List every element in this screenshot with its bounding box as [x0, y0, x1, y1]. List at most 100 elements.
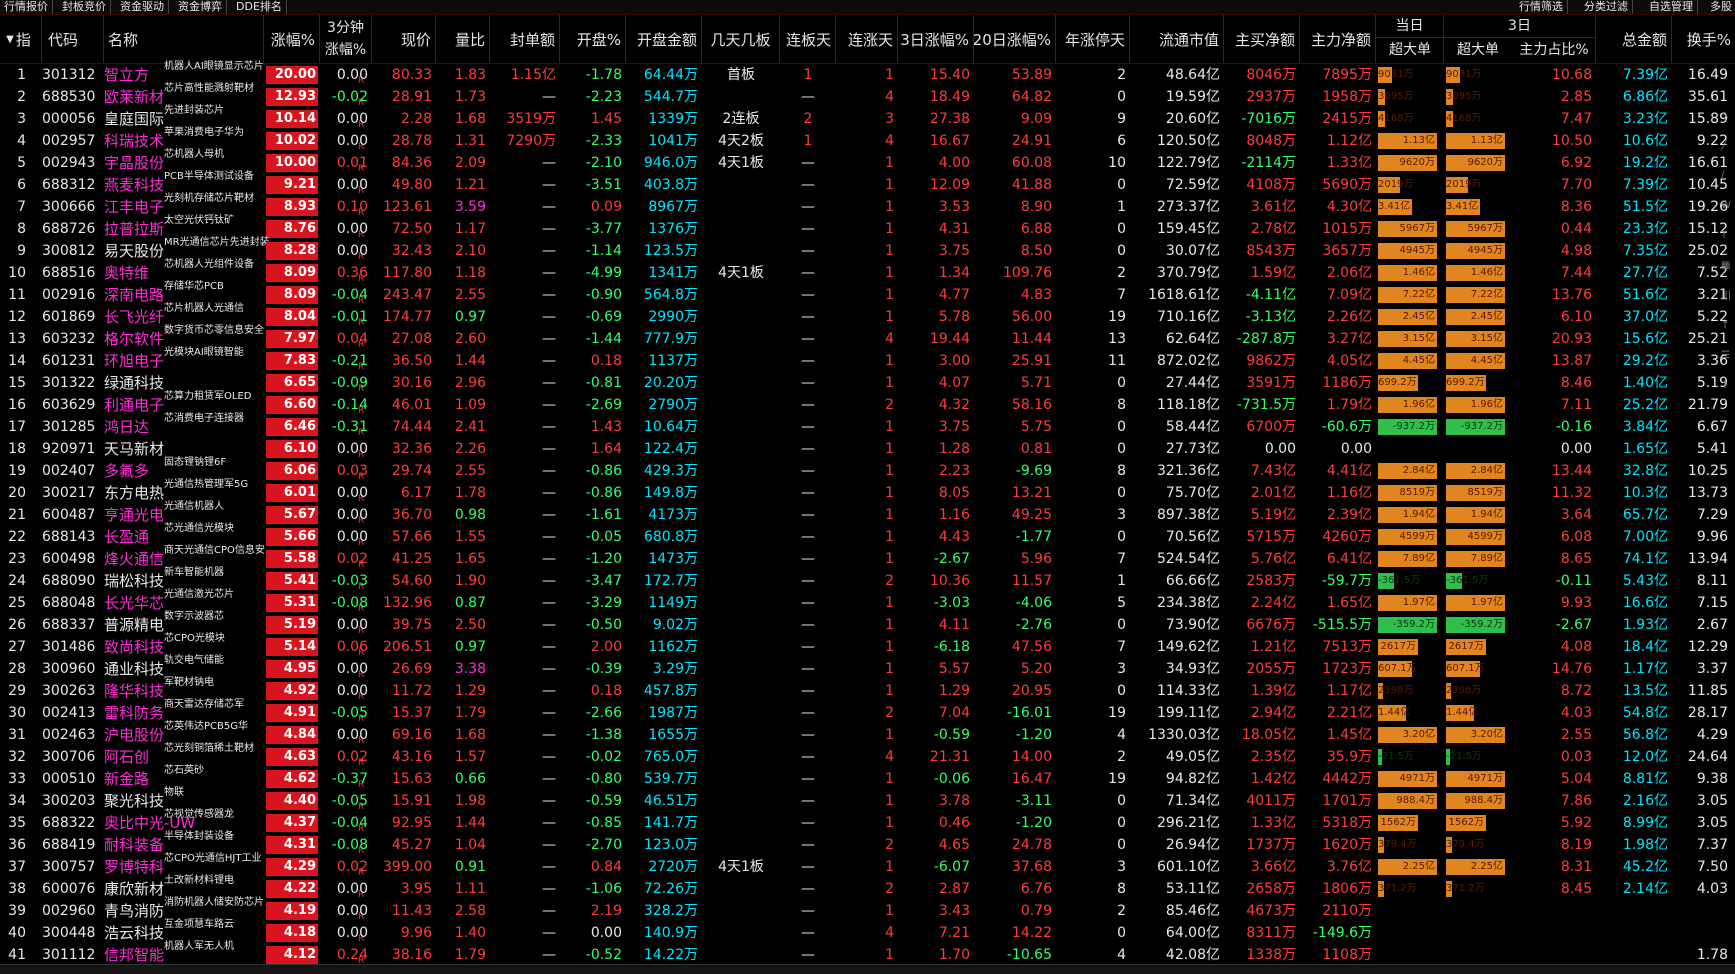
- table-row[interactable]: 27 301486 致尚科技 芯CPO光模块 R 5.14 0.06 206.51 0.…: [0, 633, 1735, 658]
- table-row[interactable]: 5 002943 宇晶股份 芯机器人母机 R 10.00 0.01 84.36 2.09…: [0, 149, 1735, 174]
- stock-name-cell[interactable]: 鸿日达 芯消费电子连接器 R: [104, 413, 364, 438]
- stock-name[interactable]: 亨通光电: [104, 504, 164, 526]
- stock-name-cell[interactable]: 新金路 芯石英砂 R: [104, 765, 364, 790]
- header-limit-days[interactable]: 连板天: [780, 15, 836, 63]
- table-row[interactable]: 28 300960 通业科技 轨交电气储能 R 4.95 0.00 26.69 3.38…: [0, 655, 1735, 680]
- tab-watchlist-manage[interactable]: 自选管理: [1645, 0, 1698, 14]
- table-row[interactable]: 6 688312 燕麦科技 PCB半导体测试设备 R 9.21 0.00 49.80 1…: [0, 171, 1735, 196]
- line-icon[interactable]: ∕: [1721, 170, 1733, 182]
- table-row[interactable]: 13 603232 格尔软件 数字货币芯零信息安全 R 7.97 0.04 27.08…: [0, 325, 1735, 350]
- header-price[interactable]: 现价: [372, 15, 436, 63]
- header-code[interactable]: 代码: [42, 15, 104, 63]
- stock-name[interactable]: 科瑞技术: [104, 130, 164, 152]
- table-row[interactable]: 23 600498 烽火通信 商天光通信CPO信息安 R 5.58 0.02 41.2…: [0, 545, 1735, 570]
- grid-icon[interactable]: ▦: [1721, 260, 1733, 272]
- tab-fund-driven[interactable]: 资金驱动: [116, 0, 169, 14]
- stock-name[interactable]: 青鸟消防: [104, 900, 164, 922]
- stock-name[interactable]: 拉普拉斯: [104, 218, 164, 240]
- stock-name[interactable]: 致尚科技: [104, 636, 164, 658]
- table-row[interactable]: 37 300757 罗博特科 芯CPO光通信HJT工业 R 4.29 0.02 399…: [0, 853, 1735, 878]
- header-open-pct[interactable]: 开盘%: [560, 15, 626, 63]
- table-row[interactable]: 35 688322 奥比中光-UW 芯视觉传感器龙 R 4.37 -0.04 92.9…: [0, 809, 1735, 834]
- header-vol-ratio[interactable]: 量比: [436, 15, 490, 63]
- table-row[interactable]: 15 301322 绿通科技 R 6.65 -0.09 30.16 2.96— -0.81…: [0, 372, 1735, 394]
- stock-name[interactable]: 阿石创: [104, 746, 149, 768]
- table-row[interactable]: 24 688090 瑞松科技 新车智能机器 R 5.41 -0.03 54.60 1.9…: [0, 567, 1735, 592]
- header-pct20d[interactable]: 20日涨幅%: [974, 15, 1056, 63]
- header-index[interactable]: ▼ 指: [0, 15, 42, 63]
- table-row[interactable]: 17 301285 鸿日达 芯消费电子连接器 R 6.46 -0.31 74.44 2.…: [0, 413, 1735, 438]
- stock-name[interactable]: 皇庭国际: [104, 108, 164, 130]
- stock-name[interactable]: 欧莱新材: [104, 86, 164, 108]
- header-name[interactable]: 名称: [104, 15, 264, 63]
- header-float-mv[interactable]: 流通市值: [1130, 15, 1224, 63]
- table-row[interactable]: 2 688530 欧莱新材 芯片高性能溅射靶材 R 12.93 -0.02 28.91…: [0, 83, 1735, 108]
- header-seal[interactable]: 封单额: [490, 15, 560, 63]
- header-turnover[interactable]: 换手%: [1672, 15, 1735, 63]
- stock-name[interactable]: 鸿日达: [104, 416, 149, 438]
- table-row[interactable]: 10 688516 奥特维 芯机器人光组件设备 R 8.09 0.36 117.80 1…: [0, 259, 1735, 284]
- header-rise-days[interactable]: 连涨天: [836, 15, 898, 63]
- stock-name[interactable]: 燕麦科技: [104, 174, 164, 196]
- list-icon[interactable]: ☰: [1721, 350, 1733, 362]
- header-3d-super[interactable]: 超大单: [1444, 38, 1512, 63]
- stock-name[interactable]: 环旭电子: [104, 350, 164, 372]
- stock-name[interactable]: 隆华科技: [104, 680, 164, 702]
- tab-quote-filter[interactable]: 行情筛选: [1515, 0, 1568, 14]
- up-icon[interactable]: ↑: [1721, 320, 1733, 332]
- header-year-limits[interactable]: 年涨停天: [1056, 15, 1130, 63]
- header-3min[interactable]: 3分钟 涨幅%: [320, 15, 372, 63]
- stock-name[interactable]: 绿通科技: [104, 372, 164, 394]
- table-row[interactable]: 26 688337 普源精电 数字示波器芯 R 5.19 0.00 39.75 2.50…: [0, 611, 1735, 636]
- draw-icon[interactable]: ╱: [1721, 140, 1733, 152]
- header-main-ratio[interactable]: 主力占比%: [1512, 38, 1596, 63]
- table-row[interactable]: 18 920971 天马新材 R 6.10 0.00 32.36 2.26—1.64 12…: [0, 438, 1735, 460]
- stock-name[interactable]: 利通电子: [104, 394, 164, 416]
- table-row[interactable]: 25 688048 长光华芯 光通信激光芯片 R 5.31 -0.08 132.96 0…: [0, 589, 1735, 614]
- table-row[interactable]: 1 301312 智立方 机器人AI眼镜显示芯片 R 20.00 0.00 80.33…: [0, 61, 1735, 86]
- table-row[interactable]: 3 000056 皇庭国际 先进封装芯片 R 10.14 0.00 2.28 1.68 3…: [0, 105, 1735, 130]
- bars-icon[interactable]: |||: [1721, 290, 1733, 302]
- table-row[interactable]: 4 002957 科瑞技术 苹果消费电子华为 R 10.02 0.00 28.78 1.…: [0, 127, 1735, 152]
- stock-name[interactable]: 天马新材: [104, 438, 164, 460]
- stock-name[interactable]: 东方电热: [104, 482, 164, 504]
- stock-name[interactable]: 浩云科技: [104, 922, 164, 944]
- table-row[interactable]: 34 300203 聚光科技 物联 R 4.40 -0.05 15.91 1.98— -0…: [0, 787, 1735, 812]
- stock-name[interactable]: 长盈通: [104, 526, 149, 548]
- stock-name[interactable]: 雷科防务: [104, 702, 164, 724]
- stock-name[interactable]: 奥特维: [104, 262, 149, 284]
- stock-name[interactable]: 长飞光纤: [104, 306, 164, 328]
- text-icon[interactable]: T: [1721, 230, 1733, 242]
- stock-name[interactable]: 沪电股份: [104, 724, 164, 746]
- stock-name[interactable]: 耐科装备: [104, 834, 164, 856]
- tab-multi-stock[interactable]: 多股: [1706, 0, 1735, 14]
- table-row[interactable]: 29 300263 隆华科技 军靶材钠电 R 4.92 0.00 11.72 1.29—…: [0, 677, 1735, 702]
- stock-name[interactable]: 罗博特科: [104, 856, 164, 878]
- header-day-super[interactable]: 超大单: [1376, 38, 1444, 63]
- stock-name[interactable]: 长光华芯: [104, 592, 164, 614]
- arrow-up-icon[interactable]: ↑: [1721, 380, 1733, 392]
- tab-fund-game[interactable]: 资金博弈: [174, 0, 227, 14]
- header-open-amt[interactable]: 开盘金额: [626, 15, 702, 63]
- table-row[interactable]: 32 300706 阿石创 芯光刻铜箔稀土靶材 R 4.63 0.02 43.16 1.…: [0, 743, 1735, 768]
- stock-name-cell[interactable]: 信邦智能 机器人军无人机 R: [104, 941, 364, 966]
- stock-name-cell[interactable]: 环旭电子 光模块AI眼镜智能 R: [104, 347, 364, 372]
- stock-name[interactable]: 康欣新材: [104, 878, 164, 900]
- stock-name[interactable]: 瑞松科技: [104, 570, 164, 592]
- table-row[interactable]: 9 300812 易天股份 MR光通信芯片先进封装 R 8.28 0.00 32.43…: [0, 237, 1735, 262]
- stock-name[interactable]: 新金路: [104, 768, 149, 790]
- table-row[interactable]: 33 000510 新金路 芯石英砂 R 4.62 -0.37 15.63 0.66 — -…: [0, 765, 1735, 790]
- stock-name[interactable]: 烽火通信: [104, 548, 164, 570]
- stock-name[interactable]: 多氟多: [104, 460, 149, 482]
- stock-name[interactable]: 深南电路: [104, 284, 164, 306]
- stock-name[interactable]: 格尔软件: [104, 328, 164, 350]
- header-pct[interactable]: 涨幅%: [264, 15, 320, 63]
- tab-dde-rank[interactable]: DDE排名: [232, 0, 287, 14]
- table-row[interactable]: 21 600487 亨通光电 光通信机器人 R 5.67 0.00 36.70 0.98…: [0, 501, 1735, 526]
- stock-name[interactable]: 普源精电: [104, 614, 164, 636]
- header-main-net[interactable]: 主力净额: [1300, 15, 1376, 63]
- table-row[interactable]: 30 002413 雷科防务 商天雷达存储芯军 R 4.91 -0.05 15.37 1…: [0, 699, 1735, 724]
- cursor-icon[interactable]: ↖: [1721, 110, 1733, 122]
- stock-name[interactable]: 通业科技: [104, 658, 164, 680]
- tab-seal-auction[interactable]: 封板竞价: [58, 0, 111, 14]
